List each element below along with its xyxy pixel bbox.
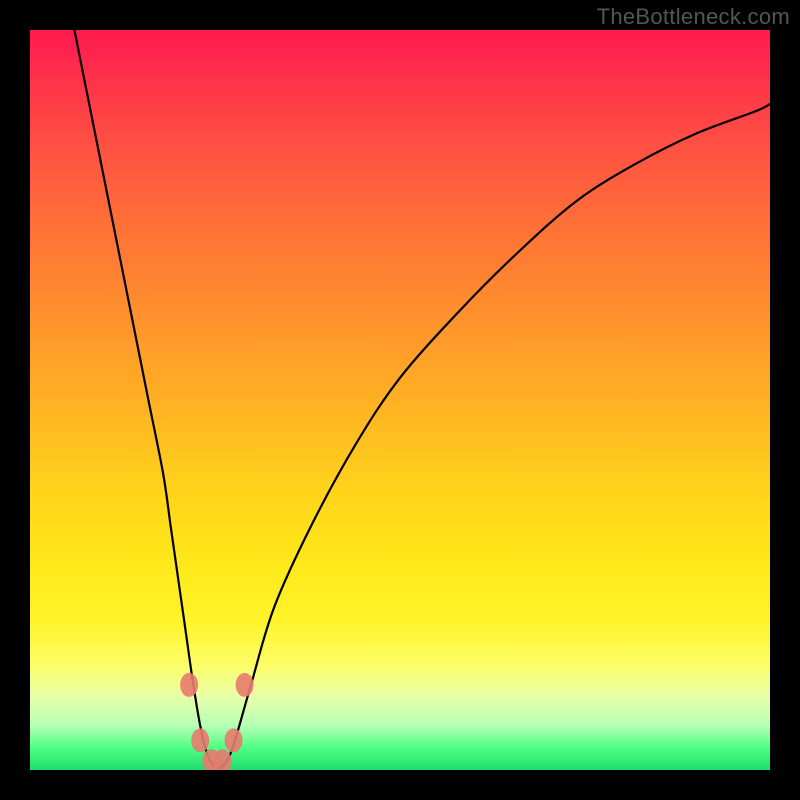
curve-marker — [236, 673, 254, 697]
chart-frame: TheBottleneck.com — [0, 0, 800, 800]
bottleneck-curve — [74, 30, 770, 768]
curve-layer — [30, 30, 770, 770]
curve-marker — [225, 728, 243, 752]
plot-area — [30, 30, 770, 770]
curve-marker — [180, 673, 198, 697]
curve-markers — [180, 673, 254, 770]
curve-marker — [191, 728, 209, 752]
watermark-text: TheBottleneck.com — [597, 4, 790, 30]
